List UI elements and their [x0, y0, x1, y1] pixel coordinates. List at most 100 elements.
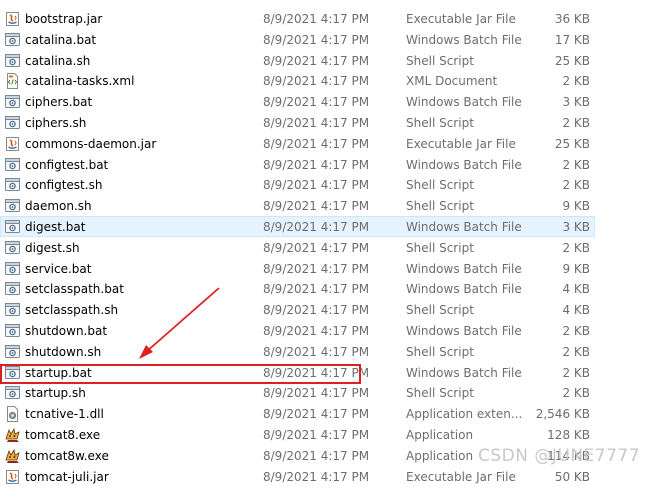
watermark-text: CSDN @JUNE7777 [478, 446, 641, 466]
file-row[interactable]: tcnative-1.dll 8/9/2021 4:17 PM Applicatio… [0, 403, 595, 424]
file-type: Windows Batch File [406, 324, 522, 338]
file-row[interactable]: startup.bat 8/9/2021 4:17 PM Windows Batch… [0, 362, 595, 383]
batch-file-icon [5, 281, 20, 297]
file-row[interactable]: commons-daemon.jar 8/9/2021 4:17 PM Execut… [0, 133, 595, 154]
file-date-modified: 8/9/2021 4:17 PM [263, 240, 370, 255]
file-name: setclasspath.bat [25, 282, 124, 297]
file-type: Shell Script [406, 240, 474, 255]
file-size: 2 KB [562, 386, 590, 401]
file-date-modified: 8/9/2021 4:17 PM [263, 428, 370, 442]
file-date-modified: 8/9/2021 4:17 PM [263, 407, 370, 422]
file-date-modified: 8/9/2021 4:17 PM [263, 178, 370, 193]
file-date-modified: 8/9/2021 4:17 PM [263, 303, 370, 318]
file-type: Shell Script [406, 178, 474, 193]
file-size: 4 KB [562, 303, 590, 318]
shell-script-icon [5, 198, 20, 214]
file-name: bootstrap.jar [25, 12, 103, 26]
file-row[interactable]: digest.sh 8/9/2021 4:17 PM Shell Script 2 K… [0, 237, 595, 258]
file-row[interactable]: bootstrap.jar 8/9/2021 4:17 PM Executable … [0, 8, 595, 29]
file-row[interactable]: daemon.sh 8/9/2021 4:17 PM Shell Script 9 K… [0, 195, 595, 216]
file-size: 17 KB [554, 32, 590, 47]
file-date-modified: 8/9/2021 4:17 PM [263, 95, 370, 110]
file-type: Windows Batch File [406, 365, 522, 380]
xml-file-icon [5, 73, 20, 90]
file-row[interactable]: configtest.bat 8/9/2021 4:17 PM Windows Ba… [0, 154, 595, 175]
file-name: ciphers.bat [25, 95, 93, 110]
file-date-modified: 8/9/2021 4:17 PM [263, 53, 370, 68]
file-row[interactable]: startup.sh 8/9/2021 4:17 PM Shell Script 2 … [0, 382, 595, 403]
file-row[interactable]: tomcat8.exe 8/9/2021 4:17 PM Application 12… [0, 424, 595, 445]
file-date-modified: 8/9/2021 4:17 PM [263, 282, 370, 297]
file-size: 3 KB [562, 220, 590, 234]
jar-file-icon [5, 11, 20, 27]
file-size: 2 KB [562, 74, 590, 89]
file-name: startup.sh [25, 386, 86, 401]
file-row[interactable]: catalina.bat 8/9/2021 4:17 PM Windows Batc… [0, 29, 595, 50]
shell-script-icon [5, 344, 20, 360]
file-row[interactable]: ciphers.sh 8/9/2021 4:17 PM Shell Script 2 … [0, 112, 595, 133]
batch-file-icon [5, 32, 20, 48]
file-row[interactable]: setclasspath.sh 8/9/2021 4:17 PM Shell Scr… [0, 299, 595, 320]
batch-file-icon [5, 323, 20, 339]
file-date-modified: 8/9/2021 4:17 PM [263, 386, 370, 401]
dll-file-icon [5, 406, 20, 423]
file-row[interactable]: catalina.sh 8/9/2021 4:17 PM Shell Script 2… [0, 50, 595, 71]
file-size: 3 KB [562, 95, 590, 110]
file-size: 36 KB [554, 12, 590, 26]
file-date-modified: 8/9/2021 4:17 PM [263, 199, 370, 214]
shell-script-icon [5, 53, 20, 69]
file-name: setclasspath.sh [25, 303, 119, 318]
file-size: 2 KB [562, 344, 590, 359]
file-type: Shell Script [406, 53, 474, 68]
file-size: 25 KB [554, 53, 590, 68]
file-row[interactable]: setclasspath.bat 8/9/2021 4:17 PM Windows … [0, 278, 595, 299]
file-row[interactable]: ciphers.bat 8/9/2021 4:17 PM Windows Batch… [0, 91, 595, 112]
batch-file-icon [5, 157, 20, 173]
file-date-modified: 8/9/2021 4:17 PM [263, 136, 370, 151]
file-name: shutdown.sh [25, 344, 102, 359]
file-name: service.bat [25, 261, 92, 276]
jar-file-icon [5, 136, 20, 152]
file-date-modified: 8/9/2021 4:17 PM [263, 365, 370, 380]
file-row[interactable]: digest.bat 8/9/2021 4:17 PM Windows Batch … [0, 216, 595, 237]
batch-file-icon [5, 219, 20, 235]
file-size: 2 KB [562, 324, 590, 338]
batch-file-icon [5, 261, 20, 277]
file-type: Shell Script [406, 386, 474, 401]
file-row[interactable]: configtest.sh 8/9/2021 4:17 PM Shell Scrip… [0, 174, 595, 195]
file-name: digest.sh [25, 240, 80, 255]
file-name: configtest.sh [25, 178, 103, 193]
file-row[interactable]: shutdown.bat 8/9/2021 4:17 PM Windows Batc… [0, 320, 595, 341]
file-size: 2 KB [562, 157, 590, 172]
file-row[interactable]: catalina-tasks.xml 8/9/2021 4:17 PM XML Do… [0, 70, 595, 91]
file-type: Windows Batch File [406, 32, 522, 47]
tomcat-exe-icon [5, 427, 20, 443]
file-size: 2,546 KB [535, 407, 590, 422]
file-name: commons-daemon.jar [25, 136, 157, 151]
file-size: 128 KB [547, 428, 590, 442]
file-date-modified: 8/9/2021 4:17 PM [263, 448, 370, 463]
file-date-modified: 8/9/2021 4:17 PM [263, 116, 370, 130]
shell-script-icon [5, 385, 20, 401]
file-date-modified: 8/9/2021 4:17 PM [263, 344, 370, 359]
file-date-modified: 8/9/2021 4:17 PM [263, 261, 370, 276]
file-row[interactable]: service.bat 8/9/2021 4:17 PM Windows Batch… [0, 258, 595, 279]
file-type: Windows Batch File [406, 95, 522, 110]
file-name: ciphers.sh [25, 116, 87, 130]
shell-script-icon [5, 115, 20, 131]
file-size: 9 KB [562, 261, 590, 276]
file-type: Application [406, 428, 474, 442]
file-type: Executable Jar File [406, 12, 516, 26]
file-row[interactable]: shutdown.sh 8/9/2021 4:17 PM Shell Script 2… [0, 341, 595, 362]
tomcat-exe-icon [5, 448, 20, 464]
file-type: Executable Jar File [406, 136, 516, 151]
file-size: 2 KB [562, 240, 590, 255]
file-name: configtest.bat [25, 157, 109, 172]
file-row[interactable]: tomcat-juli.jar 8/9/2021 4:17 PM Executabl… [0, 466, 595, 487]
file-type: Shell Script [406, 199, 474, 214]
file-date-modified: 8/9/2021 4:17 PM [263, 74, 370, 89]
file-name: tomcat8.exe [25, 428, 101, 442]
file-type: Shell Script [406, 344, 474, 359]
file-type: Shell Script [406, 116, 474, 130]
file-date-modified: 8/9/2021 4:17 PM [263, 324, 370, 338]
